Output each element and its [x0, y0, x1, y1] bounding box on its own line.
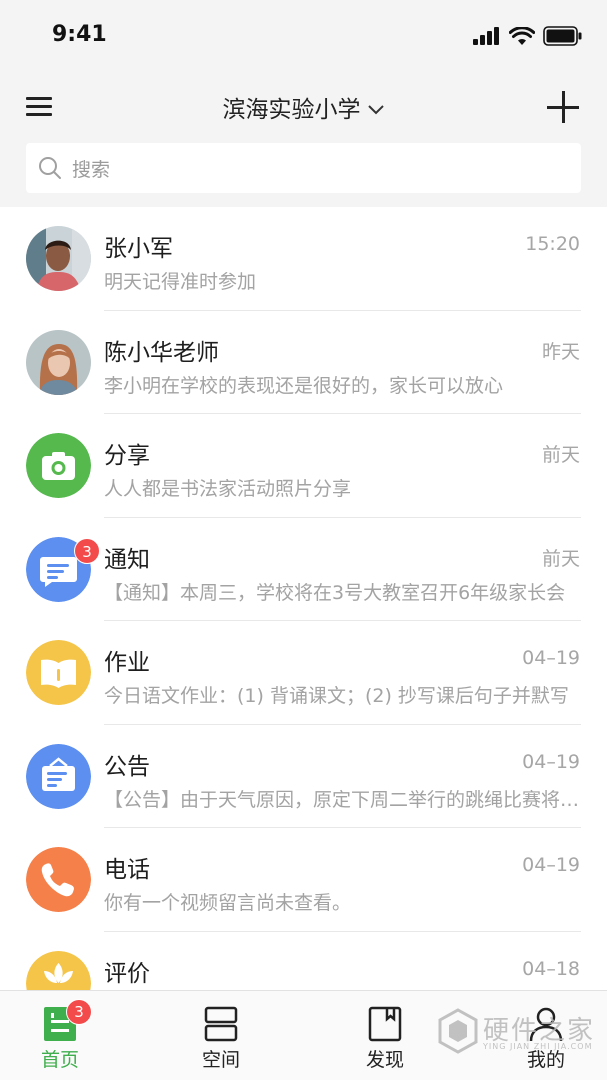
chat-time: 前天 [541, 444, 580, 466]
chat-preview: 【公告】由于天气原因，原定下周二举行的跳绳比赛将延期 [104, 788, 580, 811]
chat-name: 作业 [104, 650, 150, 676]
watermark: 硬件之家 YING JIAN ZHI JIA.COM [437, 1008, 602, 1056]
nav-bar: 滨海实验小学 [0, 76, 607, 138]
chat-item-evaluation[interactable]: 评价 04–18 [0, 932, 607, 990]
search-icon [39, 157, 61, 179]
camera-icon [26, 433, 91, 498]
tab-home[interactable]: 3 首页 [0, 991, 120, 1080]
add-icon[interactable] [547, 91, 579, 123]
school-selector[interactable]: 滨海实验小学 [0, 90, 607, 124]
chat-name: 张小军 [104, 236, 173, 262]
chat-time: 昨天 [541, 340, 580, 363]
chat-item-notice[interactable]: 3 通知 前天 【通知】本周三，学校将在3号大教室召开6年级家长会 [0, 518, 607, 621]
chat-item-zhangxiaojun[interactable]: 张小军 15:20 明天记得准时参加 [0, 207, 607, 311]
unread-badge: 3 [74, 537, 100, 564]
flower-icon [26, 950, 91, 990]
chat-preview: 今日语文作业：(1) 背诵课文；(2) 抄写课后句子并默写 [104, 685, 569, 707]
chat-preview: 你有一个视频留言尚未查看。 [104, 892, 352, 914]
search-placeholder: 搜索 [72, 158, 111, 181]
chat-name: 公告 [104, 753, 150, 780]
watermark-subtext: YING JIAN ZHI JIA.COM [483, 1042, 593, 1051]
chat-preview: 【通知】本周三，学校将在3号大教室召开6年级家长会 [104, 581, 566, 604]
status-icons [473, 26, 583, 46]
status-time: 9:41 [52, 22, 107, 47]
status-bar: 9:41 [0, 0, 607, 76]
book-icon [26, 640, 91, 705]
chat-list: 张小军 15:20 明天记得准时参加 陈小华老师 昨天 李小明在学校的表现还是很… [0, 207, 607, 990]
tab-badge: 3 [66, 999, 92, 1025]
discover-icon [368, 1006, 402, 1042]
avatar-photo-man [26, 226, 91, 291]
chat-item-phone[interactable]: 电话 04–19 你有一个视频留言尚未查看。 [0, 828, 607, 932]
tab-label: 空间 [201, 1049, 240, 1071]
chat-time: 04–19 [522, 854, 580, 876]
chat-preview: 明天记得准时参加 [104, 271, 257, 293]
tab-label: 首页 [40, 1049, 79, 1071]
watermark-logo-icon [438, 1008, 478, 1054]
chat-time: 15:20 [525, 233, 580, 255]
chat-name: 分享 [104, 443, 150, 469]
wifi-icon [509, 26, 535, 45]
signal-icon [473, 27, 499, 45]
chat-time: 04–19 [522, 647, 580, 669]
tab-space[interactable]: 空间 [161, 991, 281, 1080]
avatar-photo-woman [26, 329, 91, 395]
phone-icon [26, 847, 91, 912]
chat-item-announcement[interactable]: 公告 04–19 【公告】由于天气原因，原定下周二举行的跳绳比赛将延期 [0, 725, 607, 828]
chat-name: 陈小华老师 [104, 339, 219, 366]
tab-discover[interactable]: 发现 [325, 991, 445, 1080]
chat-item-chenxiaohua[interactable]: 陈小华老师 昨天 李小明在学校的表现还是很好的，家长可以放心 [0, 311, 607, 414]
chat-item-share[interactable]: 分享 前天 人人都是书法家活动照片分享 [0, 414, 607, 518]
chat-name: 评价 [104, 960, 150, 987]
chat-name: 电话 [104, 857, 150, 883]
announcement-icon [26, 743, 91, 809]
chat-item-homework[interactable]: 作业 04–19 今日语文作业：(1) 背诵课文；(2) 抄写课后句子并默写 [0, 621, 607, 725]
chat-time: 前天 [541, 547, 580, 570]
space-icon [204, 1006, 238, 1042]
chat-time: 04–19 [522, 750, 580, 773]
battery-icon [543, 26, 582, 46]
chat-preview: 李小明在学校的表现还是很好的，家长可以放心 [104, 374, 504, 397]
tab-label: 发现 [365, 1049, 404, 1071]
chat-name: 通知 [104, 546, 150, 573]
search-input[interactable]: 搜索 [26, 143, 581, 193]
school-title: 滨海实验小学 [222, 97, 361, 123]
chat-time: 04–18 [522, 957, 580, 980]
chevron-down-icon [367, 96, 385, 122]
chat-preview: 人人都是书法家活动照片分享 [104, 478, 352, 500]
